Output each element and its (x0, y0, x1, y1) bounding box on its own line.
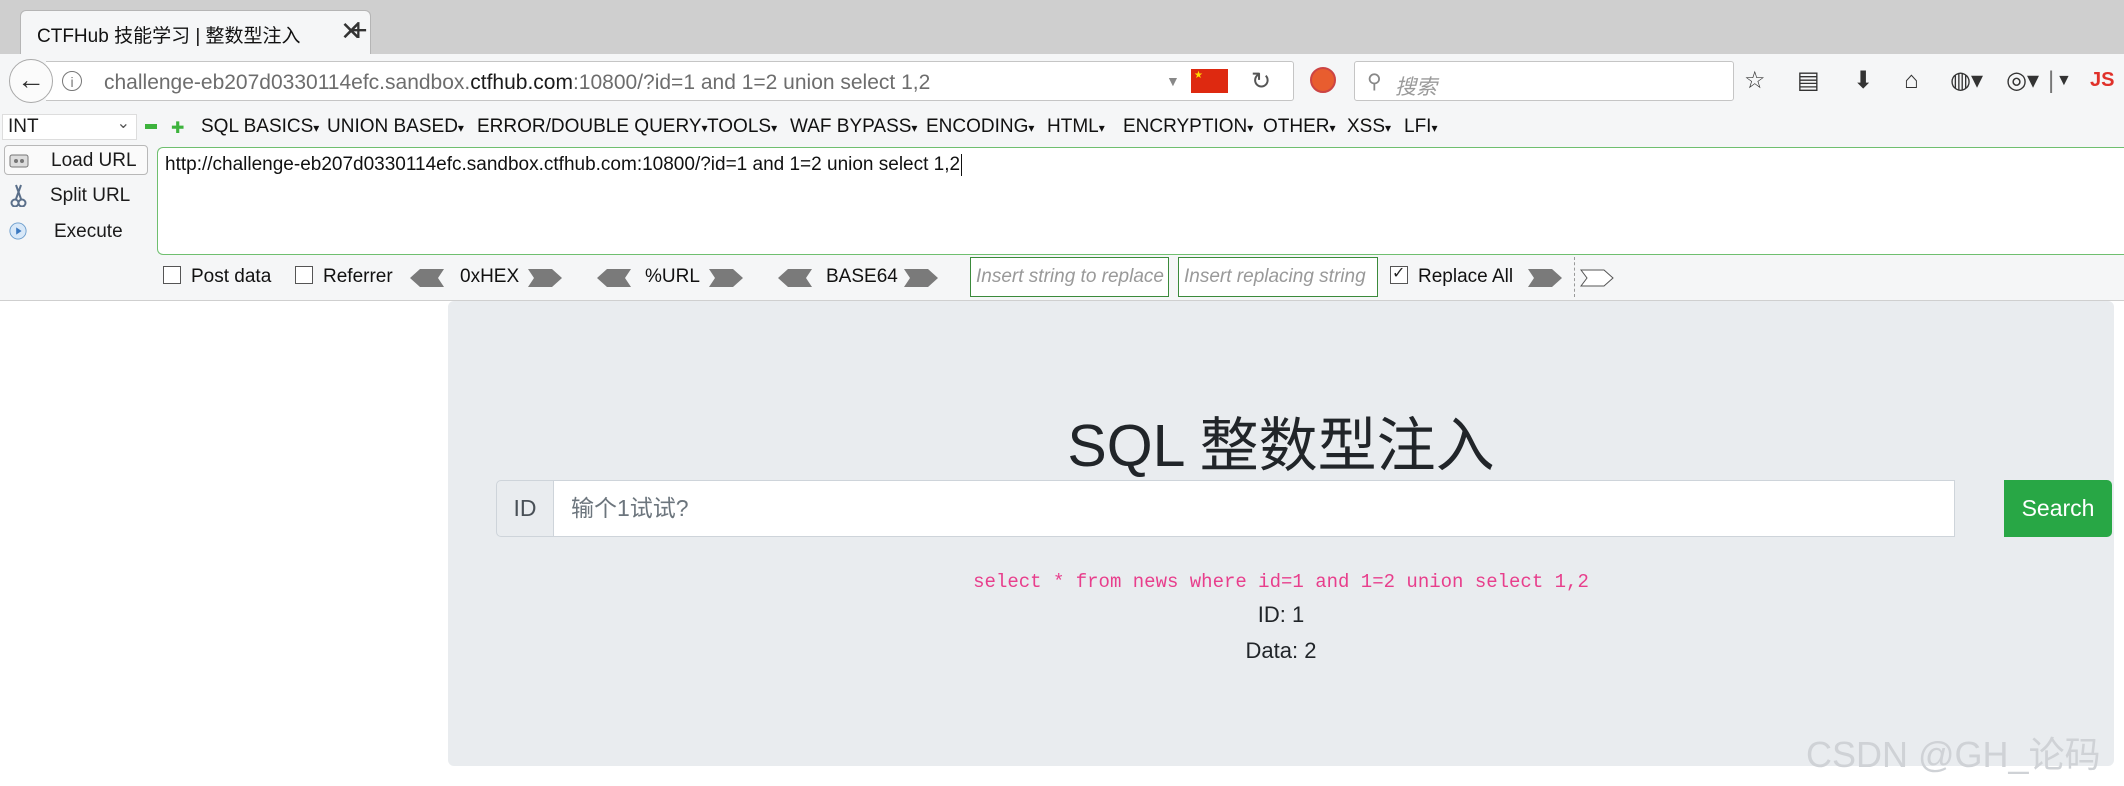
result-data: Data: 2 (1245, 638, 1317, 663)
base64-label: BASE64 (826, 266, 898, 287)
menu-encoding[interactable]: ENCODING (926, 116, 1034, 138)
url-text[interactable]: challenge-eb207d0330114efc.sandbox.ctfhu… (104, 71, 930, 95)
noscript-icon[interactable] (1310, 67, 1336, 93)
search-form: ID 输个1试试? Search (496, 480, 2112, 537)
replace-from-input[interactable]: Insert string to replace (970, 257, 1169, 297)
flag-icon (1191, 69, 1228, 93)
play-icon (9, 222, 27, 240)
replace-next-icon[interactable] (1580, 269, 1614, 287)
checkbox-checked-icon (1390, 263, 1408, 284)
url-encode-icon[interactable] (709, 269, 743, 287)
info-icon[interactable]: i (62, 71, 82, 91)
replace-execute-icon[interactable] (1528, 269, 1562, 287)
post-data-checkbox[interactable]: Post data (163, 266, 271, 288)
dropdown-arrow-icon[interactable]: ▼ (1166, 73, 1180, 89)
bookmark-star-icon[interactable]: ☆ (1744, 68, 1766, 94)
home-icon[interactable]: ⌂ (1904, 68, 1919, 94)
browser-tab[interactable]: CTFHub 技能学习 | 整数型注入 ✕ (20, 10, 371, 54)
hex-decode-icon[interactable] (410, 269, 444, 287)
scissors-icon (10, 184, 27, 207)
base64-decode-icon[interactable] (778, 269, 812, 287)
navigation-bar: i challenge-eb207d0330114efc.sandbox.ctf… (0, 54, 2124, 112)
url-encode-label: %URL (645, 266, 700, 287)
page-jumbotron: SQL 整数型注入 ID 输个1试试? Search select * from… (448, 301, 2114, 766)
load-url-button[interactable]: Load URL (4, 145, 148, 175)
text-caret (961, 154, 963, 176)
palette-icon[interactable]: ◎▾ (2006, 68, 2039, 94)
sql-query: select * from news where id=1 and 1=2 un… (973, 571, 1589, 593)
overflow-menu-icon[interactable]: ▼ (2056, 68, 2072, 94)
load-url-label: Load URL (51, 150, 137, 171)
load-url-icon (9, 154, 29, 168)
checkbox-icon (163, 266, 181, 284)
menu-xss[interactable]: XSS (1347, 116, 1391, 138)
back-button[interactable]: ← (9, 59, 53, 103)
menu-encryption[interactable]: ENCRYPTION (1123, 116, 1253, 138)
plus-icon[interactable]: ✚ (171, 118, 184, 138)
menu-error-double-query[interactable]: ERROR/DOUBLE QUERY (477, 116, 708, 138)
toolbar-separator: | (2048, 67, 2055, 94)
search-bar[interactable]: ⚲ 搜索 (1354, 61, 1734, 101)
url-domain: ctfhub.com (470, 71, 573, 94)
menu-lfi[interactable]: LFI (1404, 116, 1437, 138)
replace-all-label: Replace All (1418, 266, 1514, 287)
tab-strip: CTFHub 技能学习 | 整数型注入 ✕ + (0, 0, 2124, 54)
injection-type-select[interactable]: INT (2, 112, 137, 140)
menu-union-based[interactable]: UNION BASED (327, 116, 464, 138)
new-tab-button[interactable]: + (349, 14, 368, 46)
minus-icon[interactable] (145, 124, 157, 129)
base64-encode-icon[interactable] (904, 269, 938, 287)
js-icon[interactable]: JS (2090, 69, 2114, 92)
id-label: ID (496, 480, 554, 537)
hex-encode-icon[interactable] (528, 269, 562, 287)
download-icon[interactable]: ⬇ (1853, 68, 1873, 94)
address-bar[interactable]: i challenge-eb207d0330114efc.sandbox.ctf… (46, 61, 1294, 101)
menu-tools[interactable]: TOOLS (707, 116, 777, 138)
url-suffix: :10800/?id=1 and 1=2 union select 1,2 (572, 71, 931, 94)
referrer-checkbox[interactable]: Referrer (295, 266, 393, 288)
search-placeholder: 搜索 (1395, 76, 1437, 99)
watermark: CSDN @GH_论码 (1806, 734, 2101, 775)
hex-label: 0xHEX (460, 266, 520, 287)
reading-list-icon[interactable]: ▤ (1797, 68, 1820, 94)
split-url-button[interactable]: Split URL (4, 181, 148, 211)
result-id: ID: 1 (1257, 602, 1305, 627)
referrer-label: Referrer (323, 266, 393, 287)
search-button[interactable]: Search (2004, 480, 2112, 537)
checkbox-icon (295, 266, 313, 284)
split-url-label: Split URL (50, 185, 131, 206)
url-textarea-value: http://challenge-eb207d0330114efc.sandbo… (165, 154, 963, 176)
hackbar-panel: INT ✚ SQL BASICS UNION BASED ERROR/DOUBL… (0, 111, 2124, 301)
execute-button[interactable]: Execute (4, 217, 148, 247)
id-input[interactable]: 输个1试试? (553, 480, 1955, 537)
post-data-label: Post data (191, 266, 272, 287)
url-decode-icon[interactable] (597, 269, 631, 287)
menu-waf-bypass[interactable]: WAF BYPASS (790, 116, 917, 138)
url-prefix: challenge-eb207d0330114efc.sandbox. (104, 71, 471, 94)
replace-all-checkbox[interactable]: Replace All (1390, 263, 1514, 288)
execute-label: Execute (54, 221, 123, 242)
reload-icon[interactable]: ↻ (1251, 67, 1271, 96)
menu-other[interactable]: OTHER (1263, 116, 1336, 138)
globe-icon[interactable]: ◍▾ (1950, 68, 1983, 94)
url-value: http://challenge-eb207d0330114efc.sandbo… (165, 154, 961, 176)
tab-title: CTFHub 技能学习 | 整数型注入 (37, 26, 301, 47)
menu-sql-basics[interactable]: SQL BASICS (201, 116, 319, 138)
separator (1574, 257, 1575, 297)
arrow-left-icon: ← (17, 64, 45, 95)
menu-html[interactable]: HTML (1047, 116, 1105, 138)
url-textarea[interactable]: http://challenge-eb207d0330114efc.sandbo… (157, 147, 2124, 255)
replace-to-input[interactable]: Insert replacing string (1178, 257, 1378, 297)
page-title: SQL 整数型注入 (1067, 413, 1495, 479)
search-icon: ⚲ (1367, 71, 1382, 93)
